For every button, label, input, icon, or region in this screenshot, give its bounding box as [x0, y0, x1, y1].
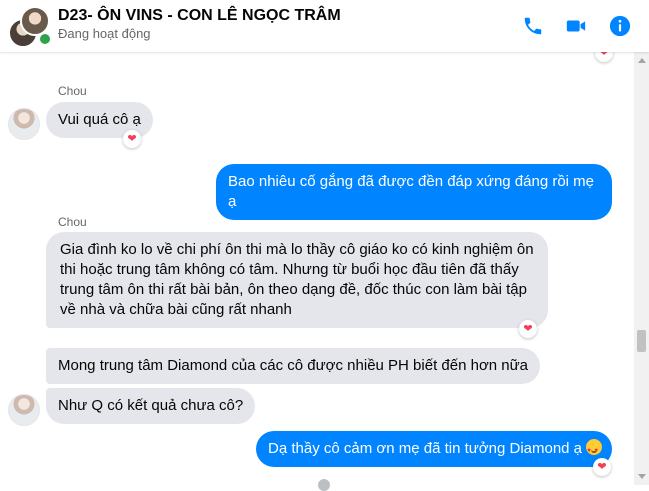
- message-text: Dạ thầy cô cảm ơn mẹ đã tin tưởng Diamon…: [268, 440, 583, 457]
- scroll-down-arrow-icon[interactable]: [638, 474, 646, 479]
- group-avatar[interactable]: [8, 6, 52, 48]
- message-bubble[interactable]: Gia đình ko lo về chi phí ôn thi mà lo t…: [46, 232, 548, 328]
- avatar[interactable]: [8, 108, 40, 140]
- smiling-face-with-hearts-icon: [586, 439, 603, 461]
- voice-call-button[interactable]: [517, 10, 549, 42]
- scroll-up-arrow-icon[interactable]: [638, 58, 646, 63]
- chat-title[interactable]: D23- ÔN VINS - CON LÊ NGỌC TRÂM: [58, 7, 341, 25]
- phone-icon: [524, 17, 542, 35]
- active-status: Đang hoạt động: [58, 26, 151, 41]
- heart-reaction[interactable]: ❤: [123, 130, 141, 148]
- heart-reaction[interactable]: ❤: [593, 458, 611, 476]
- scrollbar[interactable]: [634, 52, 649, 485]
- sender-name: Chou: [58, 84, 87, 98]
- message-bubble[interactable]: Như Q có kết quả chưa cô?: [46, 388, 256, 424]
- sender-name: Chou: [58, 215, 87, 229]
- chat-header: D23- ÔN VINS - CON LÊ NGỌC TRÂM Đang hoạ…: [0, 0, 649, 52]
- message-bubble[interactable]: Dạ thầy cô cảm ơn mẹ đã tin tưởng Diamon…: [256, 431, 612, 467]
- online-status-dot: [38, 32, 52, 46]
- video-camera-icon: [566, 20, 586, 32]
- info-icon: [609, 15, 631, 37]
- video-call-button[interactable]: [560, 10, 592, 42]
- avatar[interactable]: [8, 394, 40, 426]
- heart-reaction[interactable]: ❤: [519, 320, 537, 338]
- seen-indicator: [318, 479, 330, 491]
- message-bubble[interactable]: Mong trung tâm Diamond của các cô được n…: [46, 348, 541, 384]
- scrollbar-thumb[interactable]: [637, 330, 646, 352]
- message-bubble[interactable]: Bao nhiêu cố gắng đã được đền đáp xứng đ…: [216, 164, 612, 220]
- conversation-info-button[interactable]: [604, 10, 636, 42]
- heart-reaction[interactable]: ❤: [595, 52, 613, 62]
